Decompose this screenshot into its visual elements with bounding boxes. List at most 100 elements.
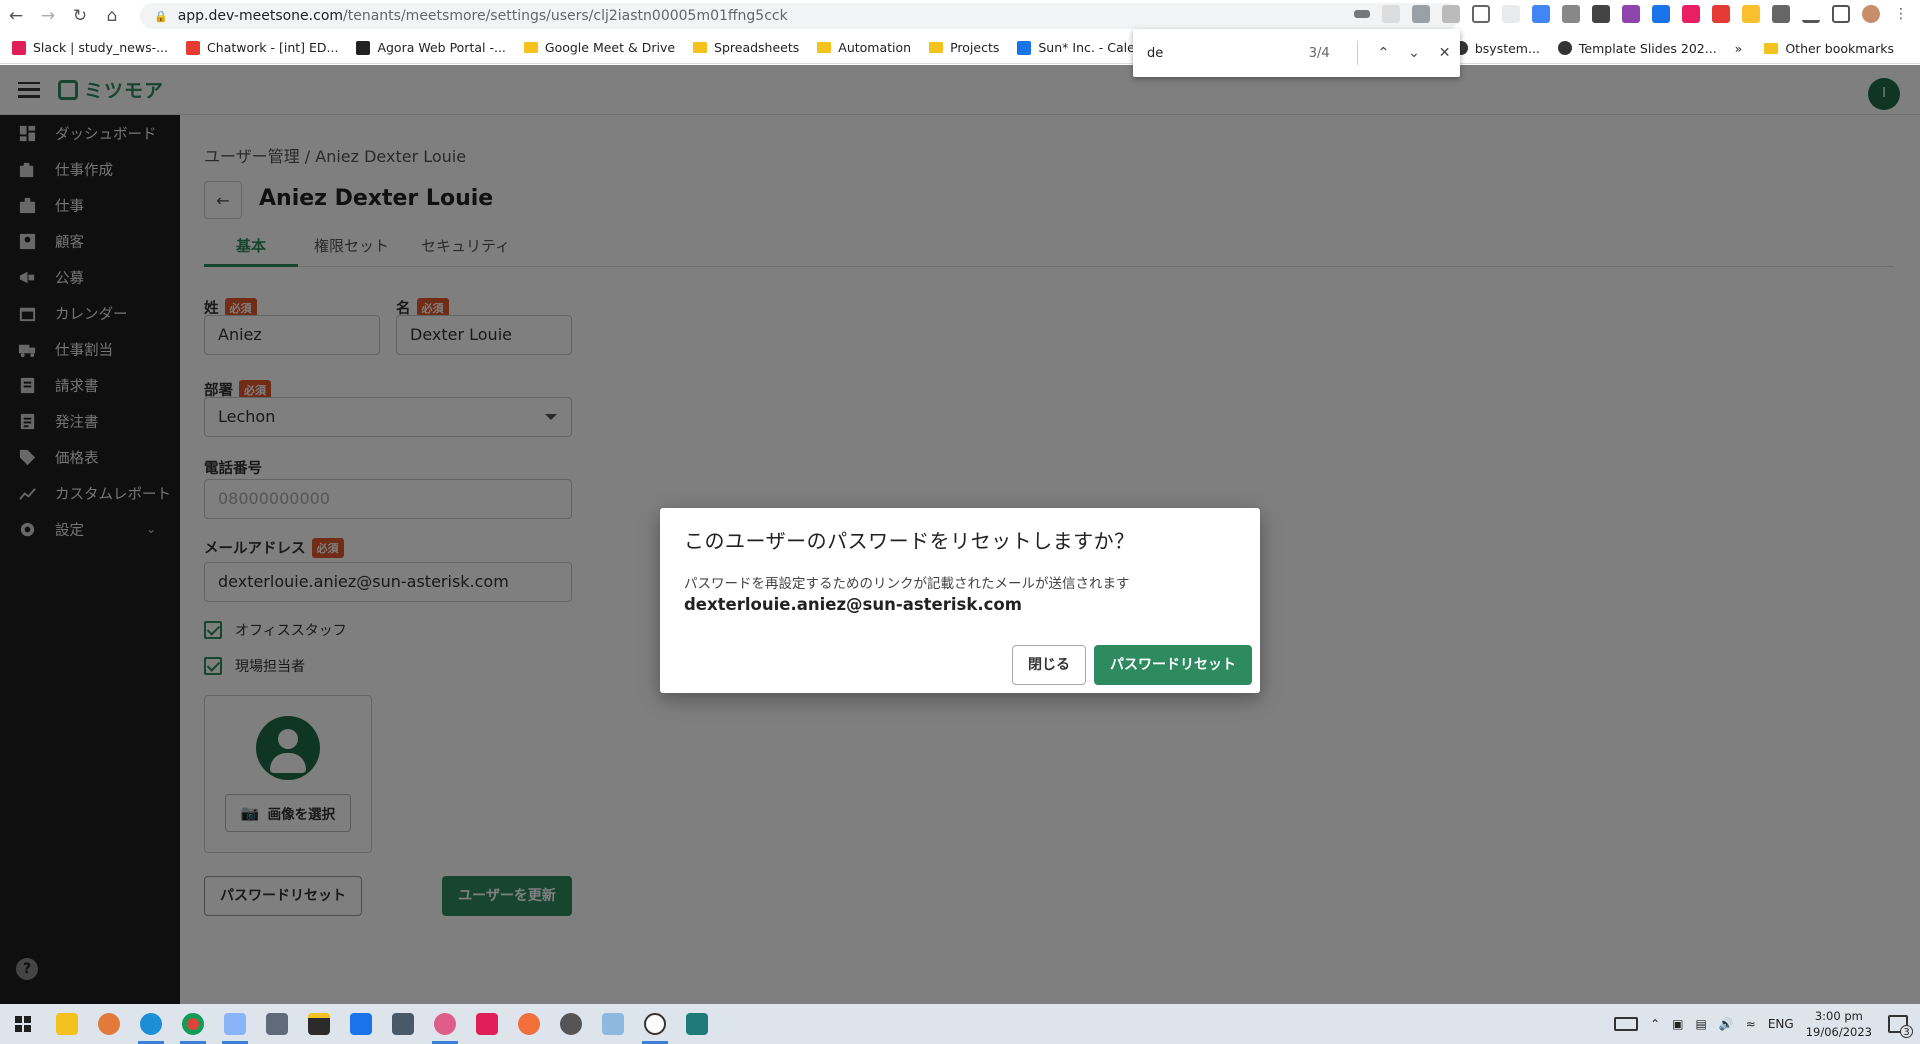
bookmarks-overflow-button[interactable]: » bbox=[1735, 41, 1743, 56]
sticky-notes-icon[interactable] bbox=[298, 1004, 340, 1044]
dialog-message: パスワードを再設定するためのリンクが記載されたメールが送信されます bbox=[684, 576, 1130, 592]
menu-icon[interactable]: ⋮ bbox=[1892, 5, 1910, 23]
qr-icon[interactable] bbox=[1592, 5, 1610, 23]
game-controller-icon[interactable] bbox=[634, 1004, 676, 1044]
extension-2-icon[interactable] bbox=[1532, 5, 1550, 23]
puzzle-icon[interactable] bbox=[1772, 5, 1790, 23]
app: ミツモア I ダッシュボード仕事作成仕事顧客公募カレンダー仕事割当請求書発注書価… bbox=[0, 65, 1920, 1004]
bookmark-favicon-icon bbox=[12, 40, 26, 55]
forward-arrow-icon[interactable]: → bbox=[32, 0, 64, 32]
profile-avatar[interactable] bbox=[1862, 5, 1880, 23]
bookmark-label: bsystem... bbox=[1474, 40, 1540, 56]
slack-icon[interactable] bbox=[466, 1004, 508, 1044]
extension-6-icon[interactable] bbox=[1742, 5, 1760, 23]
bookmark-label: Template Slides 202... bbox=[1578, 40, 1717, 56]
folder-icon bbox=[693, 42, 708, 53]
download-icon[interactable] bbox=[1802, 5, 1820, 23]
notifications-count: 3 bbox=[1900, 1025, 1913, 1038]
dialog-email: dexterlouie.aniez@sun-asterisk.com bbox=[684, 595, 1022, 614]
other-bookmarks-label: Other bookmarks bbox=[1785, 40, 1894, 56]
bookmark-item[interactable]: Slack | study_news-... bbox=[12, 40, 168, 55]
paint-icon[interactable] bbox=[214, 1004, 256, 1044]
translate-icon[interactable] bbox=[1412, 5, 1430, 23]
start-button[interactable] bbox=[0, 1004, 46, 1044]
share-icon[interactable] bbox=[1442, 5, 1460, 23]
address-bar[interactable]: 🔒 app.dev-meetsone.com/tenants/meetsmore… bbox=[140, 3, 1460, 29]
back-arrow-icon[interactable]: ← bbox=[0, 0, 32, 32]
system-tray: ⌃ ▣ ▤ 🔊 ≈ ENG 3:00 pm 19/06/2023 3 bbox=[1614, 1004, 1920, 1044]
bookmark-favicon-icon bbox=[186, 40, 201, 55]
bookmark-label: Projects bbox=[950, 40, 1000, 55]
bookmark-item[interactable]: Spreadsheets bbox=[693, 40, 799, 55]
chrome-icon[interactable] bbox=[172, 1004, 214, 1044]
language-indicator[interactable]: ENG bbox=[1768, 1017, 1794, 1031]
snipping-tool-icon[interactable] bbox=[424, 1004, 466, 1044]
camera-icon[interactable] bbox=[1562, 5, 1580, 23]
bookmark-item[interactable]: Automation bbox=[817, 40, 911, 55]
folder-icon bbox=[929, 42, 944, 53]
find-next-icon[interactable]: ⌄ bbox=[1399, 45, 1430, 61]
bookmark-item[interactable]: Google Meet & Drive bbox=[523, 40, 675, 55]
reload-icon[interactable]: ↻ bbox=[64, 0, 96, 32]
bookmark-label: Spreadsheets bbox=[714, 40, 800, 55]
sidepanel-icon[interactable] bbox=[1832, 5, 1850, 23]
volume-icon[interactable]: 🔊 bbox=[1719, 1017, 1734, 1031]
extension-1-icon[interactable] bbox=[1502, 5, 1520, 23]
windows-taskbar: ⌃ ▣ ▤ 🔊 ≈ ENG 3:00 pm 19/06/2023 3 bbox=[0, 1004, 1920, 1044]
remote-desktop-icon[interactable] bbox=[256, 1004, 298, 1044]
extension-3-icon[interactable] bbox=[1652, 5, 1670, 23]
reset-password-dialog: このユーザーのパスワードをリセットしますか？ パスワードを再設定するためのリンク… bbox=[660, 508, 1260, 693]
keyboard-icon[interactable] bbox=[1614, 1017, 1639, 1031]
topbar-scrim bbox=[0, 65, 1920, 115]
clock-date: 19/06/2023 bbox=[1805, 1025, 1872, 1039]
find-close-icon[interactable]: ✕ bbox=[1429, 45, 1460, 61]
bookmark-item[interactable]: Agora Web Portal -... bbox=[356, 40, 506, 55]
find-previous-icon[interactable]: ⌃ bbox=[1368, 45, 1399, 61]
bookmark-favicon-icon bbox=[356, 40, 371, 55]
folder-icon bbox=[523, 42, 538, 53]
battery-icon[interactable]: ▤ bbox=[1695, 1017, 1706, 1031]
bookmark-favicon-icon bbox=[1017, 40, 1032, 55]
dialog-confirm-reset-button[interactable]: パスワードリセット bbox=[1094, 645, 1252, 685]
key-icon[interactable] bbox=[1354, 10, 1370, 18]
find-divider bbox=[1357, 41, 1359, 65]
dialog-close-button[interactable]: 閉じる bbox=[1012, 645, 1086, 685]
find-icon[interactable] bbox=[1382, 5, 1400, 23]
url-host: app.dev-meetsone.com bbox=[177, 8, 344, 24]
extension-5-icon[interactable] bbox=[1712, 5, 1730, 23]
bookmark-item[interactable]: bsystem... bbox=[1453, 40, 1540, 56]
home-icon[interactable]: ⌂ bbox=[96, 0, 128, 32]
camera-app-icon[interactable] bbox=[676, 1004, 718, 1044]
sidebar: ダッシュボード仕事作成仕事顧客公募カレンダー仕事割当請求書発注書価格表カスタムレ… bbox=[0, 115, 180, 1004]
calculator-icon[interactable] bbox=[382, 1004, 424, 1044]
find-count: 3/4 bbox=[1308, 45, 1330, 61]
pencil-app-icon[interactable] bbox=[508, 1004, 550, 1044]
sidebar-scrim bbox=[0, 115, 180, 1004]
bookmark-label: Automation bbox=[838, 40, 912, 55]
bookmark-label: Chatwork - [int] ED... bbox=[207, 40, 339, 55]
settings-icon[interactable] bbox=[550, 1004, 592, 1044]
url-path: /tenants/meetsmore/settings/users/clj2ia… bbox=[343, 8, 788, 24]
notifications-icon[interactable]: 3 bbox=[1888, 1015, 1913, 1038]
extension-4-icon[interactable] bbox=[1682, 5, 1700, 23]
notepad-icon[interactable] bbox=[592, 1004, 634, 1044]
usb-icon[interactable]: ▣ bbox=[1672, 1017, 1683, 1031]
bookmark-item[interactable]: Template Slides 202... bbox=[1557, 40, 1717, 56]
find-input[interactable]: de bbox=[1147, 46, 1291, 61]
edge-icon[interactable] bbox=[130, 1004, 172, 1044]
clock[interactable]: 3:00 pm 19/06/2023 bbox=[1806, 1008, 1872, 1040]
vscode-icon[interactable] bbox=[340, 1004, 382, 1044]
clock-time: 3:00 pm bbox=[1814, 1009, 1863, 1023]
other-bookmarks[interactable]: Other bookmarks bbox=[1764, 41, 1894, 56]
windows-logo-icon bbox=[15, 1016, 31, 1032]
star-icon[interactable] bbox=[1472, 5, 1490, 23]
extension-icons: ⋮ bbox=[1354, 5, 1910, 23]
wifi-icon[interactable]: ≈ bbox=[1746, 1017, 1756, 1031]
file-explorer-icon[interactable] bbox=[46, 1004, 88, 1044]
bookmarks-bar: Slack | study_news-... Chatwork - [int] E… bbox=[0, 32, 1920, 64]
pen-icon[interactable] bbox=[1622, 5, 1640, 23]
app-pinwheel-icon[interactable] bbox=[88, 1004, 130, 1044]
chevron-up-icon[interactable]: ⌃ bbox=[1650, 1017, 1660, 1031]
bookmark-item[interactable]: Projects bbox=[929, 40, 999, 55]
bookmark-item[interactable]: Chatwork - [int] ED... bbox=[186, 40, 338, 55]
